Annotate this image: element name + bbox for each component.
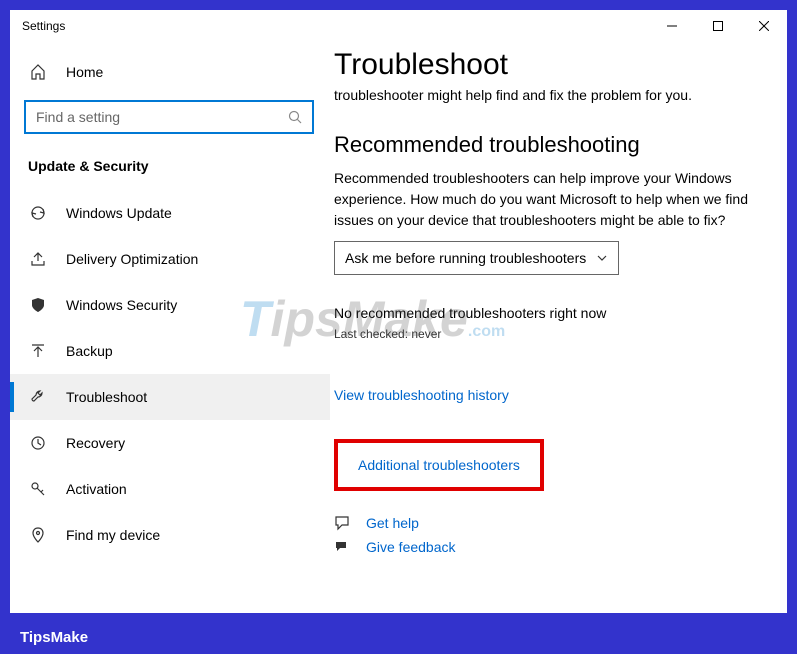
feedback-icon bbox=[334, 539, 354, 555]
sidebar-item-label: Find my device bbox=[66, 527, 160, 543]
maximize-button[interactable] bbox=[695, 10, 741, 42]
sidebar-item-delivery-optimization[interactable]: Delivery Optimization bbox=[10, 236, 330, 282]
close-button[interactable] bbox=[741, 10, 787, 42]
recommended-description: Recommended troubleshooters can help imp… bbox=[334, 168, 757, 231]
sidebar-item-label: Delivery Optimization bbox=[66, 251, 198, 267]
highlight-box: Additional troubleshooters bbox=[334, 439, 544, 491]
get-help-link[interactable]: Get help bbox=[334, 515, 757, 531]
recovery-icon bbox=[28, 435, 48, 451]
get-help-label: Get help bbox=[366, 515, 419, 531]
titlebar: Settings bbox=[10, 10, 787, 42]
sidebar-item-label: Troubleshoot bbox=[66, 389, 147, 405]
sidebar-item-windows-security[interactable]: Windows Security bbox=[10, 282, 330, 328]
search-input[interactable] bbox=[36, 109, 288, 125]
dropdown-value: Ask me before running troubleshooters bbox=[345, 250, 586, 266]
key-icon bbox=[28, 481, 48, 497]
shield-icon bbox=[28, 297, 48, 313]
sidebar-item-label: Activation bbox=[66, 481, 127, 497]
home-nav[interactable]: Home bbox=[10, 52, 330, 92]
view-history-link[interactable]: View troubleshooting history bbox=[334, 387, 757, 403]
page-title: Troubleshoot bbox=[334, 48, 757, 82]
sync-icon bbox=[28, 205, 48, 221]
main-content: Troubleshoot troubleshooter might help f… bbox=[330, 42, 787, 613]
wrench-icon bbox=[28, 389, 48, 405]
brand-label: TipsMake bbox=[20, 629, 88, 646]
search-box[interactable] bbox=[24, 100, 314, 134]
backup-icon bbox=[28, 343, 48, 359]
troubleshoot-preference-dropdown[interactable]: Ask me before running troubleshooters bbox=[334, 241, 619, 275]
sidebar-item-find-my-device[interactable]: Find my device bbox=[10, 512, 330, 558]
intro-text: troubleshooter might help find and fix t… bbox=[334, 86, 757, 106]
chevron-down-icon bbox=[596, 252, 608, 264]
sidebar-item-recovery[interactable]: Recovery bbox=[10, 420, 330, 466]
recommended-heading: Recommended troubleshooting bbox=[334, 132, 757, 158]
last-checked-text: Last checked: never bbox=[334, 327, 757, 341]
sidebar-item-label: Recovery bbox=[66, 435, 125, 451]
location-icon bbox=[28, 527, 48, 543]
search-icon bbox=[288, 110, 302, 124]
sidebar-item-label: Windows Security bbox=[66, 297, 177, 313]
give-feedback-link[interactable]: Give feedback bbox=[334, 539, 757, 555]
sidebar-item-label: Windows Update bbox=[66, 205, 172, 221]
minimize-button[interactable] bbox=[649, 10, 695, 42]
delivery-icon bbox=[28, 251, 48, 267]
sidebar: Home Update & Security Windows Update De… bbox=[10, 42, 330, 613]
additional-troubleshooters-link[interactable]: Additional troubleshooters bbox=[358, 457, 520, 473]
sidebar-item-windows-update[interactable]: Windows Update bbox=[10, 190, 330, 236]
chat-icon bbox=[334, 515, 354, 531]
sidebar-item-troubleshoot[interactable]: Troubleshoot bbox=[10, 374, 330, 420]
no-recommended-text: No recommended troubleshooters right now bbox=[334, 305, 757, 321]
home-icon bbox=[28, 64, 48, 80]
home-label: Home bbox=[66, 64, 103, 80]
window-title: Settings bbox=[22, 19, 65, 33]
sidebar-item-label: Backup bbox=[66, 343, 113, 359]
settings-window: Settings Home Update & Security Windows … bbox=[10, 10, 787, 613]
give-feedback-label: Give feedback bbox=[366, 539, 456, 555]
sidebar-item-activation[interactable]: Activation bbox=[10, 466, 330, 512]
category-header: Update & Security bbox=[10, 144, 330, 190]
sidebar-item-backup[interactable]: Backup bbox=[10, 328, 330, 374]
